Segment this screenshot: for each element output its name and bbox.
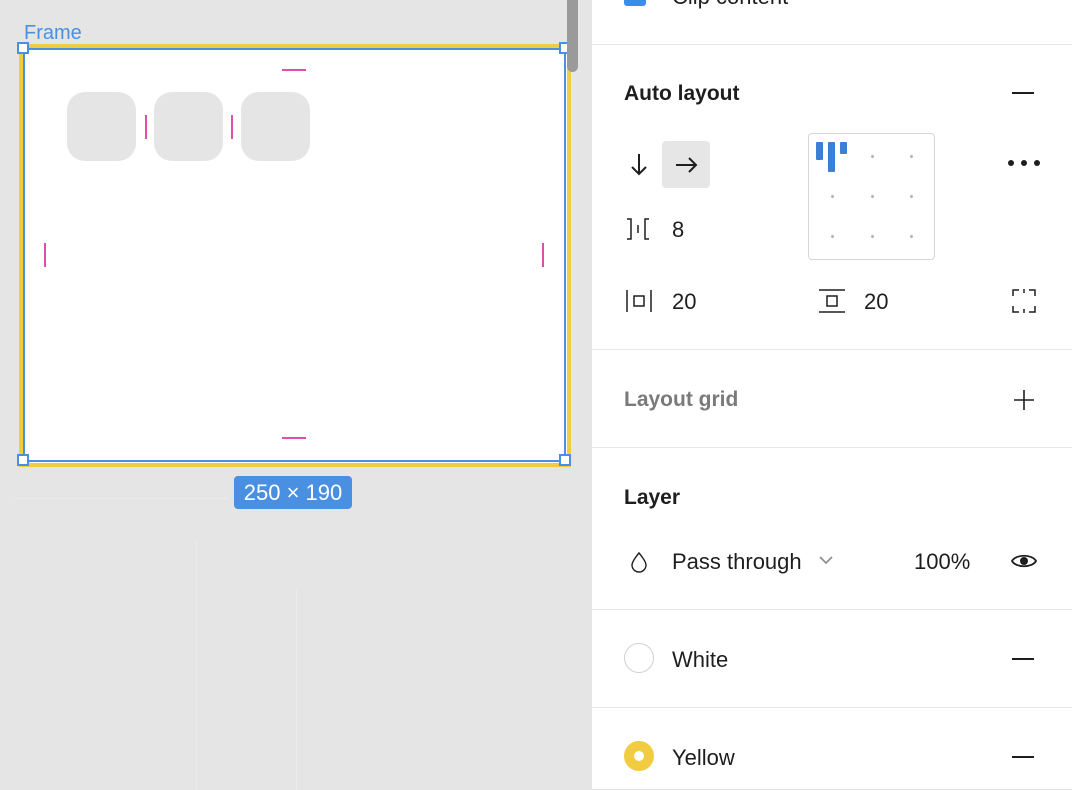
fill-name-yellow[interactable]: Yellow bbox=[672, 745, 735, 771]
align-indicator bbox=[828, 142, 835, 172]
align-dot[interactable] bbox=[910, 195, 913, 198]
spacing-icon bbox=[627, 218, 649, 240]
remove-fill-button[interactable] bbox=[1012, 756, 1034, 758]
direction-horizontal-button[interactable] bbox=[662, 141, 710, 188]
align-indicator bbox=[816, 142, 823, 160]
blend-drop-icon bbox=[631, 551, 647, 573]
align-dot[interactable] bbox=[871, 155, 874, 158]
padding-guide-right bbox=[542, 243, 544, 267]
frame-child[interactable] bbox=[241, 92, 310, 161]
resize-handle-bottom-right[interactable] bbox=[559, 454, 571, 466]
clip-content-label: Clip content bbox=[672, 0, 788, 10]
fill-swatch-white[interactable] bbox=[624, 643, 654, 673]
align-dot[interactable] bbox=[831, 195, 834, 198]
divider bbox=[592, 707, 1072, 708]
independent-padding-icon[interactable] bbox=[1011, 288, 1037, 314]
frame-size-badge: 250 × 190 bbox=[234, 476, 352, 509]
layer-opacity-input[interactable]: 100% bbox=[914, 549, 970, 575]
align-dot[interactable] bbox=[910, 155, 913, 158]
frame-name-label[interactable]: Frame bbox=[24, 22, 82, 45]
fill-name-white[interactable]: White bbox=[672, 647, 728, 673]
padding-vertical-input[interactable]: 20 bbox=[864, 289, 888, 315]
padding-horizontal-icon bbox=[626, 290, 652, 312]
direction-vertical-button[interactable] bbox=[628, 150, 650, 180]
eye-icon[interactable] bbox=[1010, 550, 1038, 572]
swatch-center bbox=[634, 751, 644, 761]
alignment-matrix[interactable] bbox=[808, 133, 935, 260]
ghost-outline bbox=[296, 590, 301, 790]
divider bbox=[592, 447, 1072, 448]
canvas[interactable]: Frame 250 × 190 bbox=[0, 0, 592, 790]
spacing-guide bbox=[145, 115, 147, 139]
remove-fill-button[interactable] bbox=[1012, 658, 1034, 660]
padding-guide-left bbox=[44, 243, 46, 267]
align-dot[interactable] bbox=[910, 235, 913, 238]
align-dot[interactable] bbox=[871, 235, 874, 238]
frame-child[interactable] bbox=[67, 92, 136, 161]
divider bbox=[592, 609, 1072, 610]
blend-mode-dropdown[interactable]: Pass through bbox=[672, 549, 802, 575]
auto-layout-title: Auto layout bbox=[624, 82, 740, 105]
fill-swatch-yellow[interactable] bbox=[624, 741, 654, 771]
align-indicator bbox=[840, 142, 847, 154]
more-icon bbox=[1034, 160, 1040, 166]
more-icon bbox=[1021, 160, 1027, 166]
padding-vertical-icon bbox=[819, 289, 845, 313]
align-dot[interactable] bbox=[831, 235, 834, 238]
layer-title: Layer bbox=[624, 486, 681, 509]
spacing-guide bbox=[231, 115, 233, 139]
chevron-down-icon[interactable] bbox=[818, 554, 834, 566]
more-icon bbox=[1008, 160, 1014, 166]
align-dot[interactable] bbox=[871, 195, 874, 198]
padding-guide-bottom bbox=[282, 437, 306, 439]
ghost-outline bbox=[196, 540, 201, 790]
clip-content-checkbox[interactable] bbox=[624, 0, 646, 6]
padding-horizontal-input[interactable]: 20 bbox=[672, 289, 696, 315]
layout-grid-title: Layout grid bbox=[624, 388, 739, 411]
divider bbox=[592, 349, 1072, 350]
resize-handle-top-left[interactable] bbox=[17, 42, 29, 54]
remove-auto-layout-button[interactable] bbox=[1012, 92, 1034, 94]
padding-guide-top bbox=[282, 69, 306, 71]
ghost-outline bbox=[14, 480, 228, 499]
frame-child[interactable] bbox=[154, 92, 223, 161]
arrow-right-icon bbox=[676, 157, 698, 173]
resize-handle-bottom-left[interactable] bbox=[17, 454, 29, 466]
arrow-down-icon bbox=[631, 154, 647, 176]
plus-icon[interactable] bbox=[1012, 388, 1036, 412]
more-options-button[interactable] bbox=[1008, 160, 1042, 170]
canvas-scrollbar[interactable] bbox=[567, 0, 578, 72]
divider bbox=[592, 44, 1072, 45]
properties-panel: Clip content Auto layout 8 20 bbox=[592, 0, 1072, 789]
item-spacing-input[interactable]: 8 bbox=[672, 217, 684, 243]
